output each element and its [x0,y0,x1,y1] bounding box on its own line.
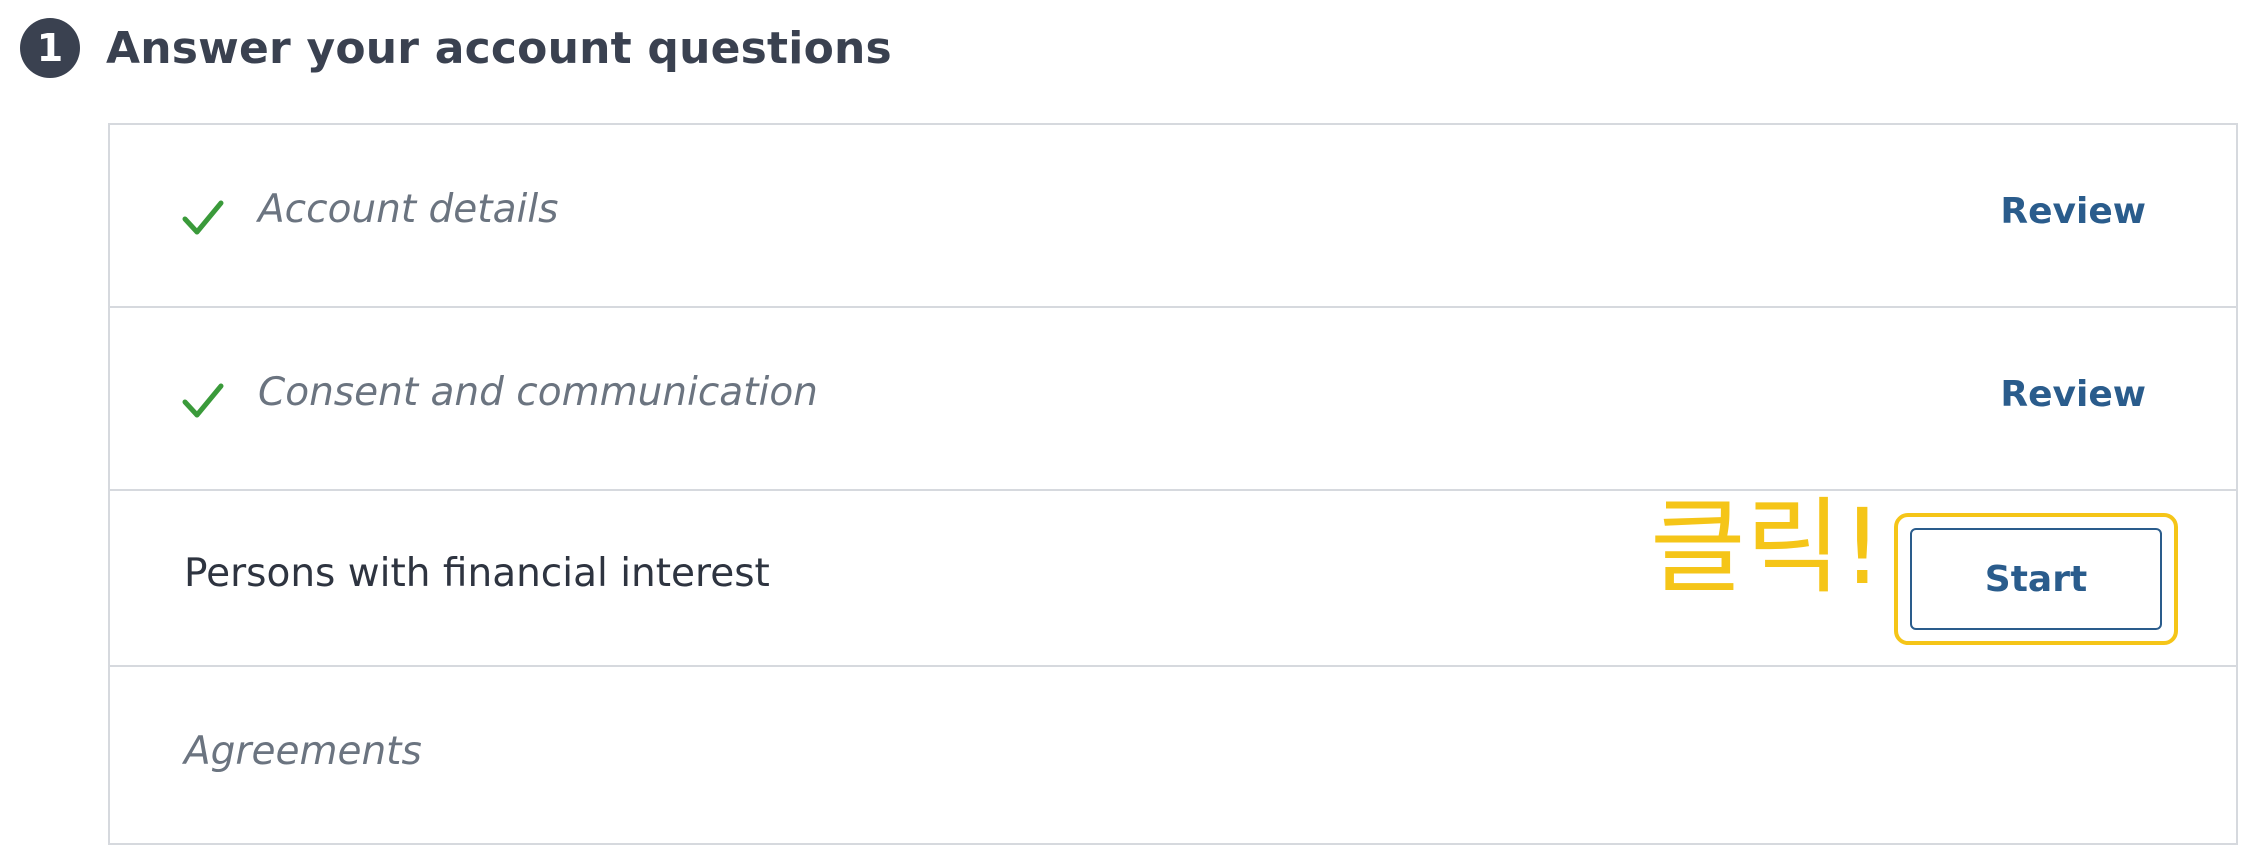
row-label-consent: Consent and communication [258,370,818,415]
question-row-financial-interest: Persons with financial interest 클릭! Star… [110,491,2236,667]
row-label-agreements: Agreements [184,729,422,774]
step-title: Answer your account questions [106,22,892,74]
account-questions-panel: Account details Review Consent and commu… [108,123,2238,667]
review-link-account-details[interactable]: Review [2000,191,2146,232]
step-header: 1 Answer your account questions [20,18,892,78]
row-label-financial-interest: Persons with financial interest [184,551,770,596]
click-annotation: 클릭! [1650,486,1884,608]
review-link-consent[interactable]: Review [2000,374,2146,415]
check-icon [182,200,224,235]
question-row-account-details: Account details Review [110,125,2236,308]
question-row-consent: Consent and communication Review [110,308,2236,491]
check-icon [182,383,224,418]
step-number-badge: 1 [20,18,80,78]
row-label-account-details: Account details [258,187,559,232]
agreements-panel: Agreements [108,665,2238,845]
start-button[interactable]: Start [1910,528,2162,630]
